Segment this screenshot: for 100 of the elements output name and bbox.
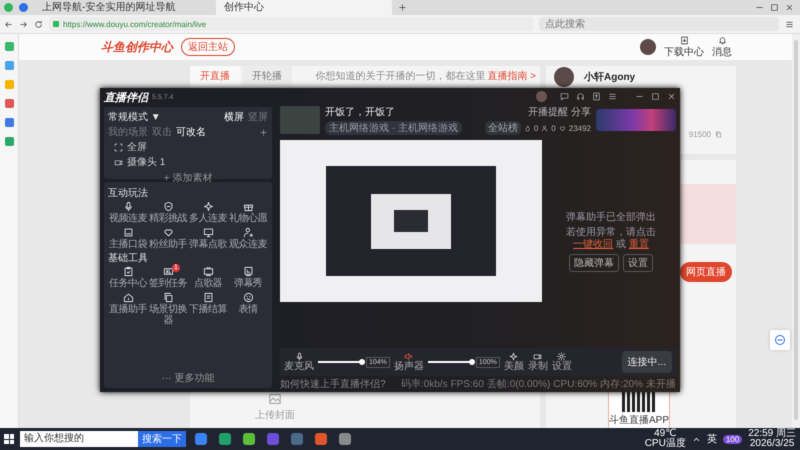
tool-button[interactable]: 弹幕点歌 (188, 227, 228, 250)
remind-button[interactable]: 开播提醒 (528, 105, 568, 119)
connect-button[interactable]: 连接中... (622, 351, 672, 373)
site-logo[interactable]: 斗鱼创作中心 (101, 38, 173, 56)
tool-button[interactable]: 观众连麦 (228, 227, 268, 250)
recall-link[interactable]: 一键收回 (573, 239, 614, 250)
audio-device-button[interactable]: 扬声器 (394, 352, 424, 372)
taskbar-search-field[interactable]: 输入你想搜的 (20, 431, 138, 447)
tool-button[interactable]: 点歌器 (188, 266, 228, 289)
volume-slider[interactable] (428, 358, 472, 366)
clock-time[interactable]: 22:59 周三 (748, 429, 796, 439)
source-item[interactable]: 全屏 (108, 140, 268, 154)
taskbar-app-icon[interactable] (291, 433, 303, 445)
sidebar-app-icon[interactable] (4, 99, 14, 108)
mode-dropdown[interactable]: 常规模式 ▼ (108, 110, 161, 124)
headset-icon[interactable] (576, 92, 585, 100)
close-icon[interactable] (667, 92, 676, 100)
rank-badge[interactable]: 全站榜 (484, 121, 521, 135)
person-icon (541, 124, 548, 132)
sparkle-icon (509, 352, 518, 361)
taskbar-app-icon[interactable] (243, 433, 255, 445)
tool-button[interactable]: 弹幕秀 (228, 266, 268, 289)
taskbar-app-icon[interactable] (315, 433, 327, 445)
tool-button[interactable]: 场景切换器 (148, 292, 188, 326)
guide-link[interactable]: 直播指南 > (487, 69, 536, 83)
reset-link[interactable]: 重置 (628, 239, 649, 250)
more-features-button[interactable]: ··· 更多功能 (108, 371, 268, 385)
tool-button[interactable]: 主播口袋 (108, 227, 148, 250)
audio-device-button[interactable]: 麦克风 (284, 352, 314, 372)
volume-slider[interactable] (318, 358, 362, 366)
image-icon[interactable] (268, 392, 282, 406)
share-button[interactable]: 分享 (571, 105, 591, 119)
help-button[interactable] (770, 330, 790, 350)
menu-icon[interactable] (785, 20, 794, 28)
cpu-temperature-label: CPU温度 (644, 439, 686, 449)
tool-button[interactable]: 礼物心愿 (228, 201, 268, 224)
taskbar-app-icon[interactable] (339, 433, 351, 445)
play-icon[interactable] (19, 3, 28, 12)
page-tab[interactable]: 开直播 (190, 66, 240, 86)
banner-image[interactable] (596, 109, 676, 131)
web-live-button[interactable]: 网页直播 (680, 262, 732, 282)
tool-button[interactable]: 直播助手 (108, 292, 148, 326)
control-button[interactable]: 美颜 (504, 352, 524, 372)
cover-thumbnail[interactable] (280, 106, 320, 134)
clock-date[interactable]: 2026/3/25 (750, 439, 794, 449)
add-source-button[interactable]: + 添加素材 (164, 171, 212, 185)
taskbar-search-button[interactable]: 搜索一下 (138, 431, 186, 447)
slider-thumb[interactable] (468, 359, 475, 365)
browser-tab[interactable]: 上网导航-安全实用的网址导航 (34, 0, 210, 15)
tool-button[interactable]: 粉丝助手 (148, 227, 188, 250)
control-button[interactable]: 设置 (552, 352, 572, 372)
source-item[interactable]: 摄像头 1 (108, 155, 268, 169)
reload-icon[interactable] (34, 20, 43, 28)
tool-button[interactable]: 表情 (228, 292, 268, 326)
browser-tab[interactable]: 创作中心 (216, 0, 392, 15)
category-tag[interactable]: 主机网络游戏 · 主机网络游戏 (325, 121, 462, 135)
tray-badge[interactable]: 100 (722, 434, 742, 444)
taskbar-app-icon[interactable] (267, 433, 279, 445)
assistant-button[interactable]: 设置 (623, 254, 653, 272)
tool-button[interactable]: 任务中心 (108, 266, 148, 289)
forward-icon[interactable] (19, 20, 28, 28)
smile-icon (242, 292, 254, 303)
chat-icon[interactable] (560, 92, 569, 100)
header-action[interactable]: 消息 (712, 36, 732, 58)
page-tab[interactable]: 开轮播 (242, 66, 292, 86)
add-scene-icon[interactable] (259, 128, 268, 136)
address-field[interactable]: https://www.douyu.com/creator/main/live (49, 17, 533, 31)
taskbar-app-icon[interactable] (195, 433, 207, 445)
new-tab-icon[interactable] (398, 3, 407, 12)
close-icon[interactable] (785, 3, 794, 12)
maximize-icon[interactable] (770, 3, 779, 12)
tool-button[interactable]: 精彩挑战 (148, 201, 188, 224)
control-button[interactable]: 录制 (528, 352, 548, 372)
maximize-icon[interactable] (651, 92, 660, 100)
sidebar-app-icon[interactable] (4, 118, 14, 127)
ime-indicator[interactable]: 英 (706, 432, 717, 446)
sidebar-app-icon[interactable] (4, 137, 14, 146)
copy-icon[interactable] (715, 131, 722, 138)
upload-icon[interactable] (592, 92, 601, 100)
scene-tab[interactable]: 双击 (152, 125, 172, 139)
scene-tab[interactable]: 可改名 (176, 125, 206, 139)
stream-title[interactable]: 开饭了，开饭了 (325, 105, 395, 119)
orientation-tab[interactable]: 横屏 (224, 110, 244, 124)
search-field[interactable]: 点此搜索 (539, 17, 779, 31)
sidebar-app-icon[interactable] (4, 61, 14, 70)
back-icon[interactable] (4, 20, 13, 28)
help-link[interactable]: 如何快速上手直播伴侣? (280, 377, 386, 391)
assistant-button[interactable]: 隐藏弹幕 (569, 254, 619, 272)
menu-icon[interactable] (608, 92, 617, 100)
avatar-icon[interactable] (640, 39, 656, 55)
scene-tab[interactable]: 我的场景 (108, 125, 148, 139)
orientation-tab[interactable]: 竖屏 (248, 110, 268, 124)
header-action[interactable]: 下载中心 (664, 36, 704, 58)
slider-thumb[interactable] (359, 359, 365, 365)
tool-button[interactable]: 视频连麦 (108, 201, 148, 224)
tool-button[interactable]: 多人连麦 (188, 201, 228, 224)
back-to-site-button[interactable]: 返回主站 (181, 38, 235, 56)
taskbar-app-icon[interactable] (219, 433, 231, 445)
start-icon[interactable] (4, 434, 14, 444)
tool-button[interactable]: 下播结算 (188, 292, 228, 326)
